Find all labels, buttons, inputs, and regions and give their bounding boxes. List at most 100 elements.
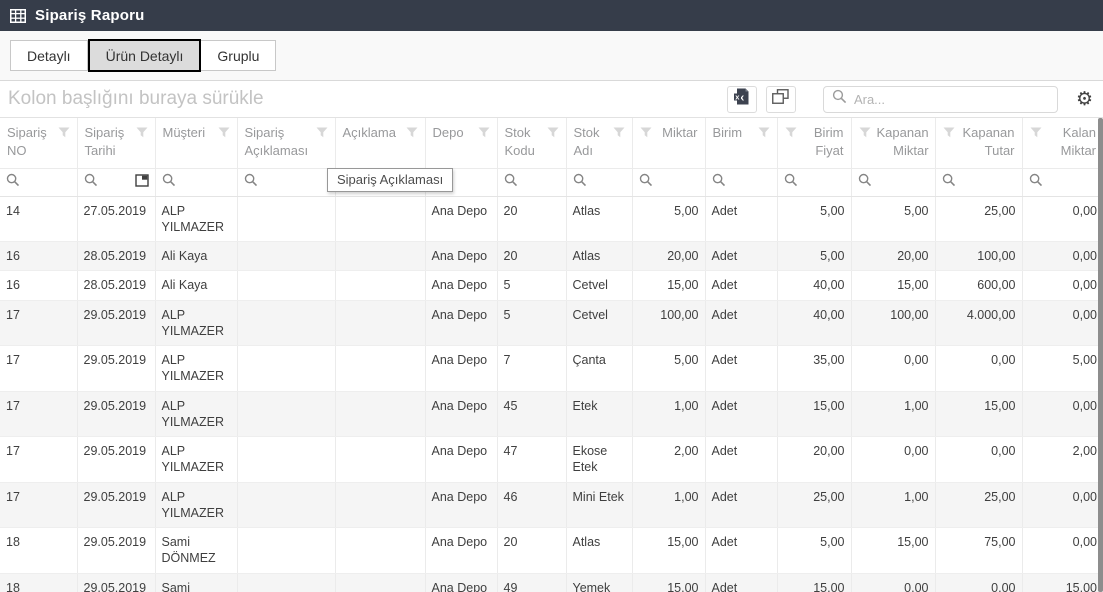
search-icon <box>504 173 518 192</box>
filter-funnel-icon[interactable] <box>758 126 770 141</box>
column-header[interactable]: Stok Kodu <box>497 118 566 168</box>
table-cell: 600,00 <box>935 271 1022 300</box>
table-row[interactable]: 1427.05.2019ALP YILMAZERAna Depo20Atlas5… <box>0 196 1103 242</box>
column-header-label: Birim Fiyat <box>803 124 844 159</box>
table-row[interactable]: 1729.05.2019ALP YILMAZERAna Depo45Etek1,… <box>0 391 1103 437</box>
filter-funnel-icon[interactable] <box>859 126 871 141</box>
table-cell: Adet <box>705 346 777 392</box>
table-cell: 2,00 <box>1022 437 1103 483</box>
column-header[interactable]: Stok Adı <box>566 118 632 168</box>
table-cell: 1,00 <box>851 482 935 528</box>
filter-funnel-icon[interactable] <box>316 126 328 141</box>
filter-cell[interactable] <box>851 168 935 196</box>
table-cell: 15,00 <box>632 528 705 574</box>
vertical-scrollbar[interactable] <box>1098 118 1103 592</box>
calendar-icon[interactable] <box>135 173 149 192</box>
table-cell: Adet <box>705 242 777 271</box>
filter-funnel-icon[interactable] <box>478 126 490 141</box>
column-header[interactable]: Birim <box>705 118 777 168</box>
filter-funnel-icon[interactable] <box>218 126 230 141</box>
table-cell <box>237 242 335 271</box>
table-cell: 29.05.2019 <box>77 391 155 437</box>
table-cell: Ana Depo <box>425 391 497 437</box>
table-cell: 35,00 <box>777 346 851 392</box>
table-cell: 1,00 <box>851 391 935 437</box>
table-cell: 5,00 <box>632 346 705 392</box>
table-cell <box>237 482 335 528</box>
table-row[interactable]: 1628.05.2019Ali KayaAna Depo5Cetvel15,00… <box>0 271 1103 300</box>
table-cell: 18 <box>0 573 77 592</box>
search-icon <box>6 173 20 192</box>
table-cell: 0,00 <box>1022 482 1103 528</box>
column-chooser-button[interactable] <box>766 86 796 113</box>
column-header[interactable]: Sipariş Açıklaması <box>237 118 335 168</box>
table-cell: 15,00 <box>777 391 851 437</box>
filter-funnel-icon[interactable] <box>613 126 625 141</box>
filter-cell[interactable] <box>497 168 566 196</box>
table-cell: 1,00 <box>632 391 705 437</box>
column-header[interactable]: Depo <box>425 118 497 168</box>
column-header[interactable]: Sipariş NO <box>0 118 77 168</box>
filter-cell[interactable] <box>155 168 237 196</box>
filter-cell[interactable] <box>566 168 632 196</box>
column-header[interactable]: Açıklama <box>335 118 425 168</box>
column-header[interactable]: Müşteri <box>155 118 237 168</box>
filter-cell[interactable] <box>632 168 705 196</box>
table-row[interactable]: 1829.05.2019Sami DÖNMEZAna Depo49Yemek M… <box>0 573 1103 592</box>
filter-funnel-icon[interactable] <box>785 126 797 141</box>
table-row[interactable]: 1729.05.2019ALP YILMAZERAna Depo46Mini E… <box>0 482 1103 528</box>
filter-cell[interactable] <box>237 168 335 196</box>
filter-cell[interactable] <box>1022 168 1103 196</box>
filter-cell[interactable] <box>777 168 851 196</box>
detayli-button[interactable]: Detaylı <box>10 40 88 71</box>
table-row[interactable]: 1729.05.2019ALP YILMAZERAna Depo7Çanta5,… <box>0 346 1103 392</box>
table-cell: 75,00 <box>935 528 1022 574</box>
column-header-label: Sipariş Tarihi <box>85 124 132 159</box>
table-cell: 5 <box>497 271 566 300</box>
column-header-label: Müşteri <box>163 124 214 142</box>
table-row[interactable]: 1729.05.2019ALP YILMAZERAna Depo5Cetvel1… <box>0 300 1103 346</box>
column-header[interactable]: Kalan Miktar <box>1022 118 1103 168</box>
search-input[interactable] <box>854 92 1049 107</box>
table-row[interactable]: 1829.05.2019Sami DÖNMEZAna Depo20Atlas15… <box>0 528 1103 574</box>
column-header[interactable]: Sipariş Tarihi <box>77 118 155 168</box>
export-excel-button[interactable]: x x <box>727 86 757 113</box>
search-icon <box>858 173 872 192</box>
table-cell <box>335 242 425 271</box>
table-cell: Adet <box>705 196 777 242</box>
filter-cell[interactable] <box>77 168 155 196</box>
filter-funnel-icon[interactable] <box>406 126 418 141</box>
filter-funnel-icon[interactable] <box>58 126 70 141</box>
table-cell: 15,00 <box>632 573 705 592</box>
filter-cell[interactable] <box>705 168 777 196</box>
filter-funnel-icon[interactable] <box>1030 126 1042 141</box>
filter-cell[interactable] <box>935 168 1022 196</box>
filter-funnel-icon[interactable] <box>640 126 652 141</box>
table-cell: 5,00 <box>1022 346 1103 392</box>
table-cell: 0,00 <box>1022 391 1103 437</box>
table-cell: 0,00 <box>851 573 935 592</box>
column-header[interactable]: Birim Fiyat <box>777 118 851 168</box>
column-header[interactable]: Kapanan Miktar <box>851 118 935 168</box>
table-cell: Atlas <box>566 242 632 271</box>
column-header[interactable]: Kapanan Tutar <box>935 118 1022 168</box>
filter-funnel-icon[interactable] <box>943 126 955 141</box>
table-cell <box>237 300 335 346</box>
grid-search-box[interactable] <box>823 86 1058 113</box>
gruplu-button[interactable]: Gruplu <box>201 40 276 71</box>
table-cell <box>335 482 425 528</box>
table-cell: 7 <box>497 346 566 392</box>
table-cell: Ana Depo <box>425 242 497 271</box>
table-cell: 15,00 <box>851 271 935 300</box>
settings-gear-icon[interactable]: ⚙ <box>1074 90 1095 109</box>
table-row[interactable]: 1729.05.2019ALP YILMAZERAna Depo47Ekose … <box>0 437 1103 483</box>
group-panel-drop-area[interactable]: Kolon başlığını buraya sürükle <box>6 88 727 110</box>
filter-funnel-icon[interactable] <box>547 126 559 141</box>
table-cell: 27.05.2019 <box>77 196 155 242</box>
urun-detayli-button[interactable]: Ürün Detaylı <box>88 39 202 72</box>
table-cell: Adet <box>705 437 777 483</box>
column-header[interactable]: Miktar <box>632 118 705 168</box>
filter-cell[interactable] <box>0 168 77 196</box>
filter-funnel-icon[interactable] <box>136 126 148 141</box>
table-row[interactable]: 1628.05.2019Ali KayaAna Depo20Atlas20,00… <box>0 242 1103 271</box>
